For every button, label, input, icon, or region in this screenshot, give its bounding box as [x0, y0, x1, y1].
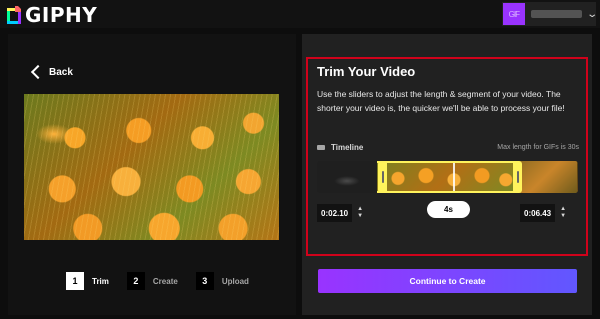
chevron-left-icon [29, 64, 43, 80]
max-length-note: Max length for GIFs is 30s [497, 144, 579, 151]
step-upload: 3 Upload [195, 272, 249, 290]
username-redacted [530, 10, 582, 18]
avatar: GIF [503, 3, 525, 25]
brand-name: GIPHY [25, 3, 98, 27]
step-indicator: 1 Trim 2 Create 3 Upload [66, 272, 267, 290]
step-number: 1 [66, 272, 84, 290]
duration-badge: 4s [427, 201, 470, 218]
step-number: 2 [126, 272, 145, 290]
step-trim: 1 Trim [66, 272, 109, 290]
step-label: Trim [92, 276, 109, 286]
chevron-down-icon[interactable]: ▼ [559, 213, 567, 220]
end-time-control: 0:06.43 ▲ ▼ [520, 204, 567, 222]
end-time-input[interactable]: 0:06.43 [520, 204, 556, 222]
step-label: Create [152, 276, 178, 286]
giphy-logo[interactable]: GIPHY [7, 3, 97, 27]
video-preview [24, 94, 279, 240]
timeline-label: Timeline [331, 143, 364, 152]
continue-to-create-button[interactable]: Continue to Create [318, 269, 577, 293]
step-number: 3 [195, 272, 214, 290]
chevron-up-icon[interactable]: ▲ [356, 206, 364, 213]
timeline-header: Timeline Max length for GIFs is 30s [317, 143, 579, 152]
filmstrip-frame [317, 161, 379, 193]
chevron-down-icon[interactable]: ▼ [356, 213, 364, 220]
filmstrip-frame [513, 161, 578, 193]
trim-start-handle[interactable] [378, 161, 387, 193]
page-title: Trim Your Video [317, 64, 416, 79]
trim-end-handle[interactable] [513, 161, 522, 193]
account-menu[interactable]: GIF ⌄ [502, 2, 598, 26]
timeline-icon [317, 145, 325, 150]
top-bar: GIPHY GIF ⌄ [0, 0, 600, 28]
start-time-control: 0:02.10 ▲ ▼ [317, 204, 364, 222]
trim-selection[interactable] [377, 161, 517, 193]
trim-description: Use the sliders to adjust the length & s… [317, 89, 565, 113]
chevron-up-icon[interactable]: ▲ [559, 206, 567, 213]
start-time-stepper: ▲ ▼ [356, 204, 364, 222]
trim-panel: Trim Your Video Use the sliders to adjus… [302, 34, 592, 315]
preview-panel: Back 1 Trim 2 Create 3 Upload [8, 34, 296, 315]
back-button[interactable]: Back [29, 64, 73, 80]
step-create: 2 Create [126, 272, 178, 290]
start-time-input[interactable]: 0:02.10 [317, 204, 353, 222]
step-label: Upload [221, 276, 249, 286]
timeline-filmstrip[interactable] [317, 161, 578, 193]
chevron-down-icon[interactable]: ⌄ [586, 9, 598, 20]
giphy-logo-icon [7, 6, 21, 24]
playhead[interactable] [453, 163, 455, 191]
end-time-stepper: ▲ ▼ [559, 204, 567, 222]
back-label: Back [49, 66, 73, 78]
